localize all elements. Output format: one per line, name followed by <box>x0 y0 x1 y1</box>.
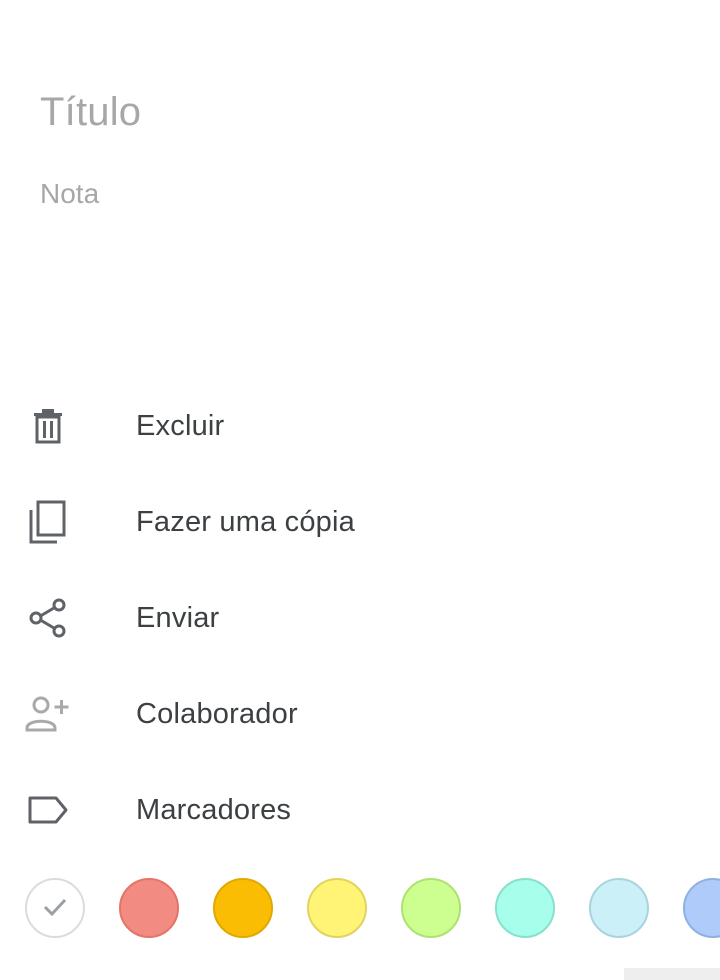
color-swatch-default[interactable] <box>25 878 85 938</box>
color-swatch-teal[interactable] <box>495 878 555 938</box>
menu-label-collaborator: Colaborador <box>136 697 298 730</box>
color-swatch-orange[interactable] <box>213 878 273 938</box>
check-icon <box>40 891 70 926</box>
color-swatch-red[interactable] <box>119 878 179 938</box>
menu-label-delete: Excluir <box>136 409 225 442</box>
menu-label-labels: Marcadores <box>136 793 292 826</box>
add-person-icon <box>24 690 72 738</box>
nav-bar-edge <box>624 968 720 980</box>
menu-item-delete[interactable]: Excluir <box>0 378 720 474</box>
trash-icon <box>24 402 72 450</box>
menu-item-labels[interactable]: Marcadores <box>0 762 720 858</box>
menu-label-send: Enviar <box>136 601 220 634</box>
menu-item-copy[interactable]: Fazer uma cópia <box>0 474 720 570</box>
color-swatch-dark-blue[interactable] <box>683 878 720 938</box>
title-input[interactable]: Título <box>40 84 141 140</box>
color-swatch-blue[interactable] <box>589 878 649 938</box>
copy-icon <box>24 498 72 546</box>
menu-item-collaborator[interactable]: Colaborador <box>0 666 720 762</box>
note-editor: Título Nota <box>0 0 720 380</box>
color-palette <box>0 876 720 942</box>
color-swatch-green[interactable] <box>401 878 461 938</box>
color-swatch-yellow[interactable] <box>307 878 367 938</box>
note-body-input[interactable]: Nota <box>40 176 99 212</box>
note-actions-menu: Excluir Fazer uma cópia Enviar Colaborad… <box>0 378 720 858</box>
menu-item-send[interactable]: Enviar <box>0 570 720 666</box>
share-icon <box>24 594 72 642</box>
menu-label-copy: Fazer uma cópia <box>136 505 355 538</box>
label-icon <box>24 786 72 834</box>
